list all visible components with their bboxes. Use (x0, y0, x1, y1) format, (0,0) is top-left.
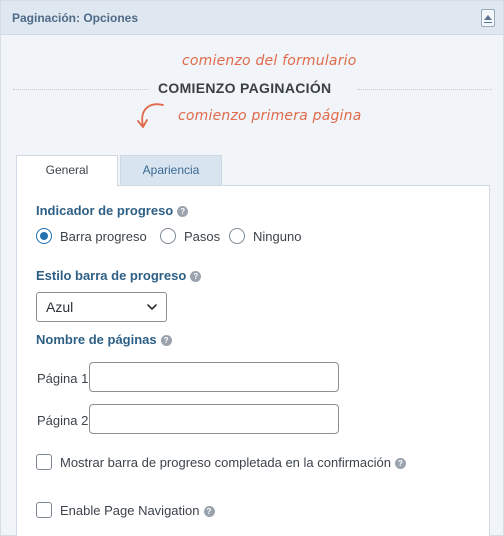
help-icon[interactable]: ? (190, 271, 202, 282)
divider-line-left (13, 89, 149, 90)
radio-button[interactable] (160, 228, 176, 244)
checkbox-label-text: Mostrar barra de progreso completada en … (60, 455, 391, 470)
panel-body: comienzo del formulario COMIENZO PAGINAC… (1, 35, 503, 536)
tab-content-general: Indicador de progreso? Barra progreso Pa… (16, 185, 490, 536)
help-icon[interactable]: ? (394, 458, 406, 469)
progress-indicator-label: Indicador de progreso? (36, 203, 189, 218)
radio-label: Pasos (184, 229, 221, 244)
form-start-hint: comienzo del formulario (182, 53, 357, 69)
divider-line-right (358, 89, 492, 90)
panel-title: Paginación: Opciones (12, 11, 139, 25)
progress-style-label-text: Estilo barra de progreso (36, 268, 187, 283)
tab-apariencia[interactable]: Apariencia (120, 155, 222, 185)
collapse-icon[interactable] (481, 9, 495, 27)
panel-header: Paginación: Opciones (1, 1, 503, 35)
help-icon[interactable]: ? (160, 335, 172, 346)
radio-button[interactable] (36, 228, 52, 244)
page-1-input[interactable] (89, 362, 339, 392)
radio-button[interactable] (229, 228, 245, 244)
tab-general[interactable]: General (16, 155, 118, 186)
progress-style-label: Estilo barra de progreso? (36, 268, 202, 283)
select-value: Azul (46, 299, 74, 315)
page-2-input[interactable] (89, 404, 339, 434)
page-names-label-text: Nombre de páginas (36, 332, 157, 347)
help-icon[interactable]: ? (203, 506, 215, 517)
checkbox-label-text: Enable Page Navigation (60, 503, 200, 518)
enable-page-navigation-checkbox[interactable] (36, 502, 52, 518)
help-icon[interactable]: ? (177, 206, 189, 217)
chevron-down-icon (147, 304, 157, 310)
pagination-options-panel: Paginación: Opciones comienzo del formul… (0, 0, 504, 536)
checkbox-label: Mostrar barra de progreso completada en … (60, 455, 406, 470)
show-completed-progress-checkbox[interactable] (36, 454, 52, 470)
progress-indicator-label-text: Indicador de progreso (36, 203, 174, 218)
curved-arrow-icon (137, 103, 164, 128)
progress-style-select[interactable]: Azul (36, 292, 167, 322)
checkbox-label: Enable Page Navigation? (60, 503, 215, 518)
pagination-start-title: COMIENZO PAGINACIÓN (158, 80, 332, 96)
page-2-label: Página 2 (37, 413, 89, 428)
page-1-label: Página 1 (37, 371, 89, 386)
first-page-start-hint: comienzo primera página (178, 108, 362, 124)
radio-label: Ninguno (253, 229, 302, 244)
radio-label: Barra progreso (60, 229, 147, 244)
page-names-label: Nombre de páginas? (36, 332, 172, 347)
